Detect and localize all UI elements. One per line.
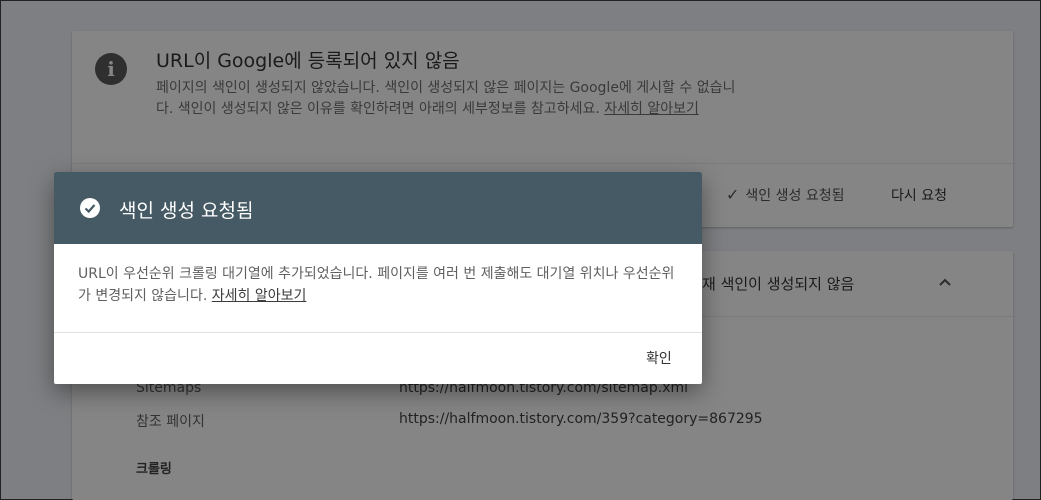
dialog-title: 색인 생성 요청됨 <box>119 200 254 222</box>
check-circle-icon <box>80 198 100 218</box>
referring-page-value: https://halfmoon.tistory.com/359?categor… <box>399 411 763 427</box>
referring-page-label: 참조 페이지 <box>136 414 205 430</box>
divider <box>54 332 702 333</box>
url-status-title: URL이 Google에 등록되어 있지 않음 <box>156 50 460 72</box>
learn-more-link[interactable]: 자세히 알아보기 <box>212 288 307 304</box>
indexing-requested-label: 색인 생성 요청됨 <box>745 188 845 204</box>
crawl-section-label: 크롤링 <box>136 462 172 477</box>
chevron-up-icon[interactable] <box>938 271 952 292</box>
coverage-header[interactable]: 재 색인이 생성되지 않음 <box>702 273 854 294</box>
check-icon: ✓ <box>726 185 740 204</box>
dialog-body-text: URL이 우선순위 크롤링 대기열에 추가되었습니다. 페이지를 여러 번 제출… <box>78 266 675 304</box>
dialog-body: URL이 우선순위 크롤링 대기열에 추가되었습니다. 페이지를 여러 번 제출… <box>78 263 678 307</box>
request-again-button[interactable]: 다시 요청 <box>891 185 947 205</box>
info-icon: i <box>95 53 127 85</box>
url-status-description: 페이지의 색인이 생성되지 않았습니다. 색인이 생성되지 않은 페이지는 Go… <box>156 78 736 120</box>
divider <box>72 163 1013 164</box>
dialog-header: 색인 생성 요청됨 <box>54 172 702 244</box>
learn-more-link[interactable]: 자세히 알아보기 <box>604 101 699 117</box>
indexing-requested-status: ✓ 색인 생성 요청됨 <box>726 185 844 205</box>
ok-button[interactable]: 확인 <box>646 348 672 368</box>
indexing-requested-dialog: 색인 생성 요청됨 URL이 우선순위 크롤링 대기열에 추가되었습니다. 페이… <box>54 172 702 384</box>
